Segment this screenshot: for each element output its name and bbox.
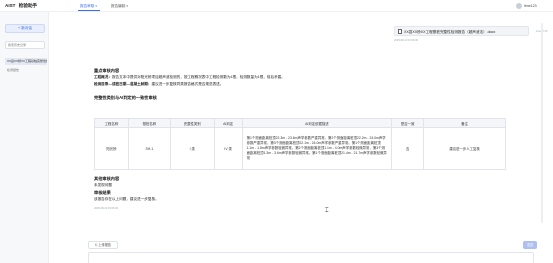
tab-report-review-label: 报告审核 xyxy=(80,3,95,8)
col-remark: 备注 xyxy=(423,118,506,128)
username[interactable]: lime123 xyxy=(524,4,537,8)
tab-report-compile-label: 报告编制 xyxy=(111,3,126,8)
other-review-text: 未发现问题 xyxy=(94,183,112,187)
upload-report-label: 上传报告 xyxy=(98,243,112,247)
document-icon xyxy=(398,29,402,34)
user-message-timestamp: 2025-08-13 15:06:00 xyxy=(394,39,419,42)
chat-area: XX县XX桥XX工程基桩完整性检测报告（超声波法）.docx time12:15… xyxy=(49,12,553,263)
chevron-down-icon: ▾ xyxy=(95,3,97,8)
session-sub-item[interactable]: 检测报告 xyxy=(7,68,19,72)
search-box xyxy=(5,41,45,49)
file-name: XX县XX桥XX工程基桩完整性检测报告（超声波法）.docx xyxy=(404,29,496,34)
col-pile-name: 基桩名称 xyxy=(127,118,171,128)
concrete-age-line: 检测目录—成桩日期—混凝土龄期：建议进一步复核同类报告格式是否规范表述。 xyxy=(94,82,223,87)
col-ai-judgement: AI判定 xyxy=(213,118,243,128)
active-tab-indicator xyxy=(78,10,100,11)
cell-remark: 建议进一步人工复核 xyxy=(423,127,506,170)
table-row: 阳光桥 SH-1 I 类 IV 类 第1个测面距离桩顶22.3m - 23.6m… xyxy=(94,127,506,170)
app-title: AIST xyxy=(5,3,16,8)
tab-report-review[interactable]: 报告审核▾ xyxy=(80,4,97,9)
result-text: 该报告存在以上问题，建议进一步复核。 xyxy=(94,197,159,201)
cell-pile-name: SH-1 xyxy=(127,127,171,170)
section-title-consistency: 完整性类别与AI判定的一致性审核 xyxy=(94,95,157,100)
search-input[interactable] xyxy=(6,42,44,48)
new-chat-button[interactable]: + 新对话 xyxy=(5,24,45,33)
app-subtitle: 检验助手 xyxy=(18,3,38,8)
send-button[interactable]: 发送 xyxy=(523,241,537,249)
text-cursor-icon: ⌶ xyxy=(325,208,329,214)
section-title-result: 审核结果 xyxy=(94,190,111,195)
project-overview-label: 工程概况： xyxy=(94,75,112,79)
col-integrity-class: 完整性类别 xyxy=(169,118,215,128)
concrete-age-label: 检测目录—成桩日期—混凝土龄期： xyxy=(94,82,152,86)
session-item[interactable]: XX县XX桥XX工程基桩完整性检测报告... xyxy=(5,58,47,65)
project-overview-text: 报告文本中提供对阳光桥项目超声波检测的，按工程概况表中工程检测数为1根，检测数量… xyxy=(111,75,285,79)
col-ai-basis: AI判定依据描述 xyxy=(241,118,393,128)
project-overview-line: 工程概况：报告文本中提供对阳光桥项目超声波检测的，按工程概况表中工程检测数为1根… xyxy=(94,75,285,80)
review-table: 工程名称 基桩名称 完整性类别 AI判定 AI判定依据描述 是否一致 备注 阳光… xyxy=(94,118,506,170)
section-title-key-review: 重点审核内容 xyxy=(94,68,120,73)
top-bar: AIST 检验助手 报告审核▾ 报告编制▾ lime123 xyxy=(0,0,553,12)
message-input[interactable] xyxy=(88,252,534,263)
cell-project-name: 阳光桥 xyxy=(94,127,129,170)
upload-report-button[interactable]: ⎘ 上传报告 xyxy=(88,241,118,249)
sidebar: + 新对话 XX县XX桥XX工程基桩完整性检测报告... 检测报告 xyxy=(0,12,49,263)
table-header-row: 工程名称 基桩名称 完整性类别 AI判定 AI判定依据描述 是否一致 备注 xyxy=(94,118,506,128)
col-project-name: 工程名称 xyxy=(94,118,129,128)
scrollbar[interactable] xyxy=(541,23,543,223)
tab-report-compile[interactable]: 报告编制▾ xyxy=(111,4,128,9)
concrete-age-text: 建议进一步复核同类报告格式是否规范表述。 xyxy=(151,82,224,86)
chevron-down-icon: ▾ xyxy=(126,3,128,8)
section-title-other: 其他审核内容 xyxy=(94,176,120,181)
cell-ai-judgement: IV 类 xyxy=(213,127,243,170)
user-file-message[interactable]: XX县XX桥XX工程基桩完整性检测报告（超声波法）.docx xyxy=(394,26,529,36)
cell-ai-basis: 第1个测面距离桩顶22.3m - 23.6m声学参数严重异常，第2个测面距离桩顶… xyxy=(241,127,393,170)
app-logo: AIST 检验助手 xyxy=(5,3,37,9)
avatar[interactable] xyxy=(516,2,522,9)
col-consistent: 是否一致 xyxy=(391,118,425,128)
answer-timestamp: 2025-08-13 15:06:00 xyxy=(94,207,119,210)
cell-consistent: 否 xyxy=(391,127,425,170)
cell-integrity-class: I 类 xyxy=(169,127,215,170)
